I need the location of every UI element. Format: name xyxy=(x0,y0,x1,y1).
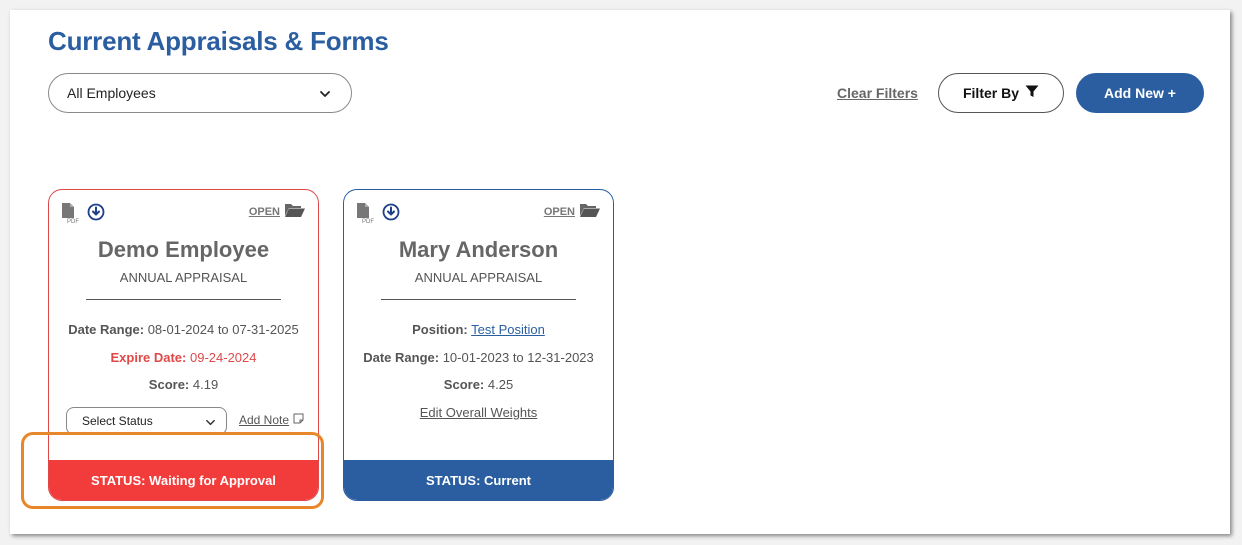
date-range-row: Date Range: 10-01-2023 to 12-31-2023 xyxy=(363,350,594,365)
employee-select[interactable]: All Employees xyxy=(48,73,352,113)
edit-overall-weights-link[interactable]: Edit Overall Weights xyxy=(344,405,613,420)
page-title: Current Appraisals & Forms xyxy=(48,26,389,56)
position-link[interactable]: Test Position xyxy=(471,322,545,337)
chevron-down-icon xyxy=(205,417,216,431)
download-circle-icon[interactable] xyxy=(87,203,105,226)
download-circle-icon[interactable] xyxy=(382,203,400,226)
open-link[interactable]: OPEN xyxy=(249,202,306,221)
employee-name: Mary Anderson xyxy=(398,237,559,262)
filter-by-label: Filter By xyxy=(962,85,1019,101)
svg-text:PDF: PDF xyxy=(67,219,79,224)
appraisal-card: PDF OPEN Demo Employee ANNUAL APPRAISAL … xyxy=(48,189,319,501)
employee-select-value: All Employees xyxy=(67,85,156,101)
add-note-link[interactable]: Add Note xyxy=(239,413,304,427)
appraisals-panel: Current Appraisals & Forms All Employees… xyxy=(10,10,1230,534)
pdf-file-icon[interactable]: PDF xyxy=(61,202,81,229)
add-new-button[interactable]: Add New + xyxy=(1076,73,1204,113)
score-row: Score: 4.19 xyxy=(148,377,219,392)
divider xyxy=(86,299,281,300)
filter-by-button[interactable]: Filter By xyxy=(938,73,1064,113)
note-icon xyxy=(293,413,304,427)
appraisal-card: PDF OPEN Mary Anderson ANNUAL APPRAISAL … xyxy=(343,189,614,501)
appraisal-type: ANNUAL APPRAISAL xyxy=(414,270,543,285)
status-select[interactable]: Select Status xyxy=(66,407,227,435)
employee-name: Demo Employee xyxy=(97,237,270,262)
position-row: Position: Test Position xyxy=(412,322,545,337)
chevron-down-icon xyxy=(319,87,331,103)
folder-open-icon xyxy=(579,202,601,221)
open-link[interactable]: OPEN xyxy=(544,202,601,221)
status-bar: STATUS: Current xyxy=(344,460,613,500)
clear-filters-link[interactable]: Clear Filters xyxy=(837,85,918,101)
open-label: OPEN xyxy=(248,205,280,218)
score-row: Score: 4.25 xyxy=(443,377,514,392)
svg-text:PDF: PDF xyxy=(362,219,374,224)
divider xyxy=(381,299,576,300)
folder-open-icon xyxy=(284,202,306,221)
date-range-row: Date Range: 08-01-2024 to 07-31-2025 xyxy=(68,322,299,337)
open-label: OPEN xyxy=(543,205,575,218)
appraisal-type: ANNUAL APPRAISAL xyxy=(119,270,248,285)
status-bar: STATUS: Waiting for Approval xyxy=(49,460,318,500)
filter-funnel-icon xyxy=(1025,85,1039,101)
pdf-file-icon[interactable]: PDF xyxy=(356,202,376,229)
expire-date-row: Expire Date: 09-24-2024 xyxy=(110,350,257,365)
